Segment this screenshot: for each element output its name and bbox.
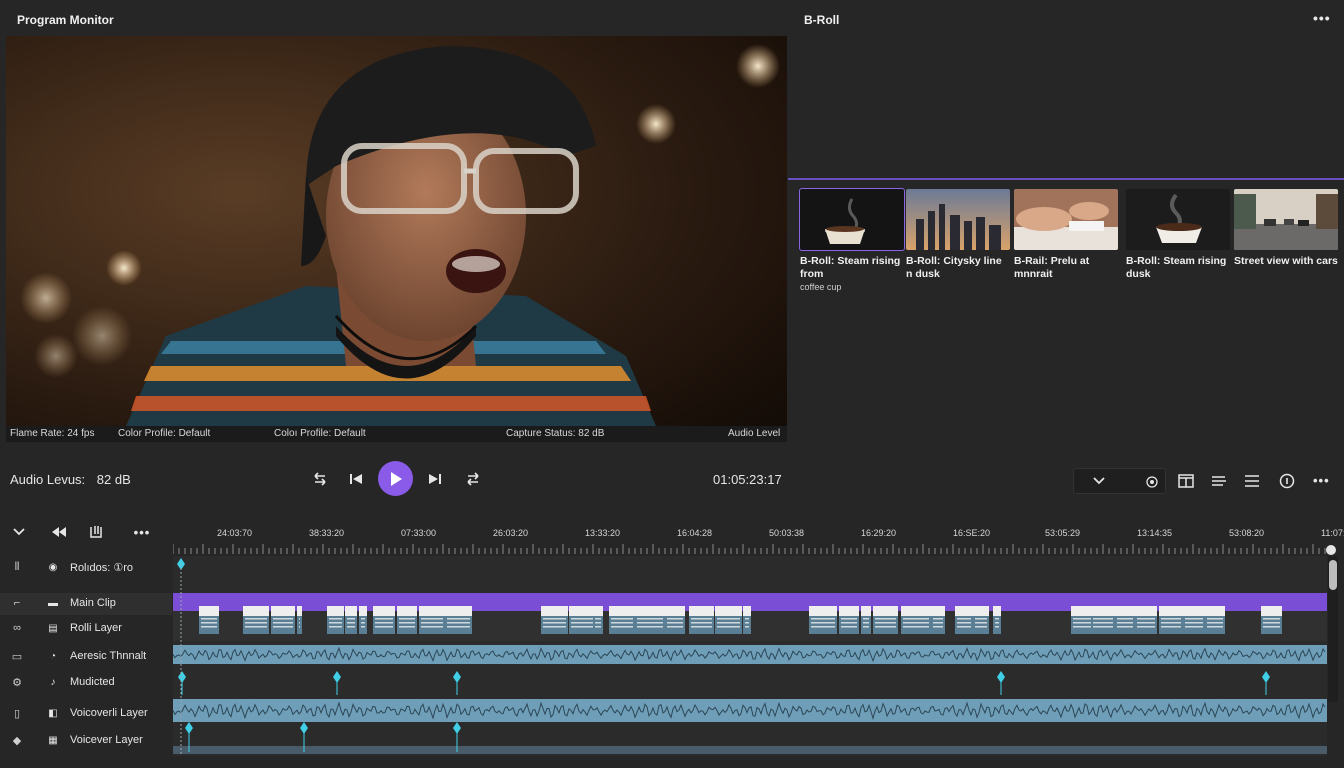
layer-icon: ▤ [48,622,58,634]
play-button[interactable] [378,461,413,496]
broll-item-hands[interactable]: B-Rail: Prelu at mnnrait [1014,189,1118,281]
timeline-more-icon[interactable]: ••• [133,524,151,540]
steam-thumbnail [1126,189,1230,250]
monitor-title: Program Monitor [17,13,114,27]
broll-panel [788,0,1344,178]
clip-icon: ▬ [48,597,58,609]
chevron-down-icon [1093,477,1105,485]
broll-item-street[interactable]: Street view with cars [1234,189,1338,268]
step-back-icon[interactable] [309,469,331,489]
program-monitor-viewer[interactable] [6,36,787,426]
track-header[interactable]: ⚙ ♪ Mudicted [0,672,172,694]
track-name: Main Clip [70,597,116,609]
track-header[interactable]: ⌐ ▬ Main Clip [0,593,172,615]
link-icon[interactable]: ∞ [10,621,24,635]
step-forward-icon[interactable] [462,469,484,489]
broll-item-city[interactable]: B-Roll: Citysky line n dusk [906,189,1010,281]
grip-icon[interactable]: ⦀ [10,560,24,574]
hands-thumbnail [1014,189,1118,250]
drop-icon: ◔ [49,650,57,662]
audio-waveform-track [173,645,1327,664]
snap-icon[interactable] [87,524,105,540]
collapse-icon[interactable] [10,524,28,540]
menu-icon[interactable] [1243,472,1261,490]
timecode-display: 01:05:23:17 [713,472,782,487]
info-icon[interactable] [1278,472,1296,490]
split-view-icon[interactable] [1177,472,1195,490]
timeline-tracks[interactable] [173,556,1327,756]
track-name: Rolıdos: ①ro [70,562,134,574]
frame-rate-readout: Flame Rate: 24 fps [10,428,95,439]
target-icon: ◉ [48,561,58,573]
audio-icon: ◧ [48,707,58,719]
track-header[interactable]: ∞ ▤ Rolli Layer [0,618,172,640]
track-name: Mudicted [70,676,115,688]
coffee-thumbnail [799,188,905,251]
timeline-ruler[interactable]: 24:03:70 38:33:20 07:33:00 26:03:20 13:33:20… [173,526,1344,556]
broll-item-steam[interactable]: B-Roll: Steam rising dusk [1126,189,1230,281]
street-thumbnail [1234,189,1338,250]
panel-divider [788,178,1344,180]
rewind-icon[interactable] [50,524,68,540]
zoom-handle [1326,545,1336,555]
capture-status-readout: Capture Status: 82 dB [506,428,605,439]
more-options-icon[interactable]: ••• [1313,473,1330,488]
gear-icon[interactable]: ⚙ [10,675,24,689]
audio-level-readout: Audio Level [728,428,781,439]
video-editor: Program Monitor Flame Rate: 24 fps Color… [0,0,1344,768]
track-name: Rolli Layer [70,622,122,634]
track-header[interactable]: ▭ ◔ Aeresic Thnnalt [0,646,172,668]
film-icon[interactable]: ▭ [10,649,24,663]
audio-level-value: 82 dB [96,472,131,487]
crop-icon[interactable]: ⌐ [10,596,24,610]
audio-level-label: Audio Levus: [10,472,86,487]
timeline-scrollbar[interactable] [1328,556,1338,702]
broll-item-coffee[interactable]: B-Roll: Steam rising from coffee cup [799,188,905,293]
skip-forward-icon[interactable] [424,469,446,489]
diamond-icon[interactable]: ◆ [10,733,24,747]
monitor-meta-bar: Flame Rate: 24 fps Color Profile: Defaul… [6,426,787,442]
city-thumbnail [906,189,1010,250]
voiceover-waveform-track [173,699,1327,722]
track-header[interactable]: ⦀ ◉ Rolıdos: ①ro [0,557,172,579]
voice-icon: ▦ [48,734,58,746]
ellipsis-icon[interactable]: ••• [1313,10,1331,26]
radio-icon [1146,476,1158,488]
mic-icon: ♪ [50,676,56,688]
track-header[interactable]: ▯ ◧ Voicoverli Layer [0,703,172,725]
view-dropdown[interactable] [1073,468,1166,494]
voicever-layer-bar [173,746,1327,754]
broll-title: B-Roll [804,13,840,27]
track-header[interactable]: ◆ ▦ Voicever Layer [0,730,172,752]
scrollbar-thumb[interactable] [1329,560,1337,590]
audio-level-display: Audio Levus: 82 dB [10,472,131,487]
trash-icon[interactable]: ▯ [10,706,24,720]
skip-back-icon[interactable] [345,469,367,489]
color-profile-readout: Color Profile: Default [118,428,211,439]
color-profile-readout-2: Coloı Profile: Default [274,428,366,439]
track-name: Voicever Layer [70,734,143,746]
track-name: Voicoverli Layer [70,707,148,719]
track-name: Aeresic Thnnalt [70,650,147,662]
play-icon [390,471,402,486]
lines-icon[interactable] [1210,472,1228,490]
